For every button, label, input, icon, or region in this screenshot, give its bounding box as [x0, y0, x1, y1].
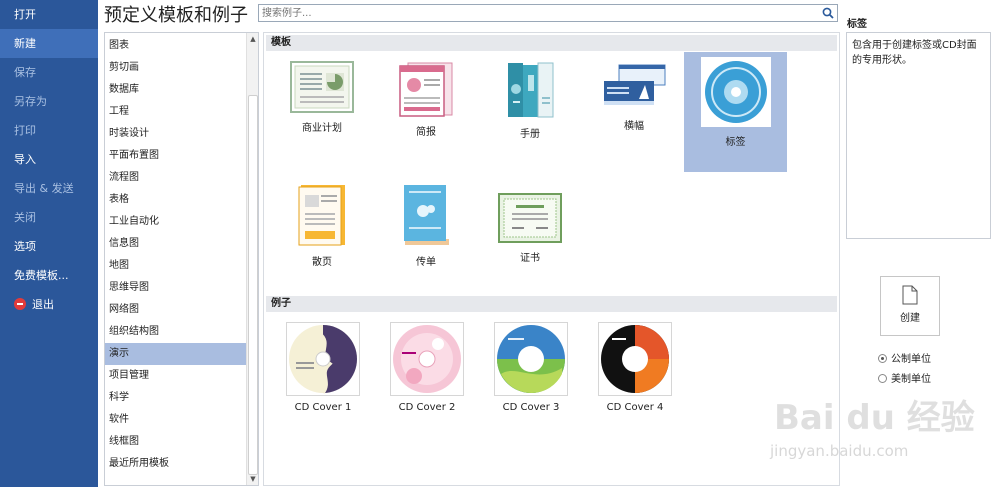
nav-item[interactable]: 打印	[0, 116, 98, 145]
cd-cover-3-thumbnail	[497, 325, 565, 393]
template-tile-brochure[interactable]: 手册	[480, 53, 580, 171]
watermark-text: Bai du 经验	[774, 398, 975, 438]
nav-item[interactable]: 选项	[0, 232, 98, 261]
templates-section-header: 模板	[266, 35, 837, 51]
details-title: 标签	[847, 19, 867, 30]
example-label: CD Cover 1	[294, 402, 352, 413]
cd-cover-2-thumbnail	[393, 325, 461, 393]
search-input[interactable]	[259, 5, 809, 22]
nav-item-exit-label: 退出	[32, 298, 54, 311]
category-item[interactable]: 线框图	[105, 431, 247, 453]
cd-cover-1-thumbnail	[289, 325, 357, 394]
examples-section-header: 例子	[266, 296, 837, 312]
nav-item[interactable]: 新建	[0, 29, 98, 58]
leaflet-icon	[404, 185, 449, 245]
category-item[interactable]: 科学	[105, 387, 247, 409]
template-label: 散页	[312, 257, 332, 268]
details-description: 包含用于创建标签或CD封面的专用形状。	[846, 32, 991, 239]
category-item[interactable]: 工程	[105, 101, 247, 123]
category-item[interactable]: 数据库	[105, 79, 247, 101]
category-item[interactable]: 流程图	[105, 167, 247, 189]
category-list: 图表 剪切画 数据库 工程 时装设计 平面布置图 流程图 表格 工业自动化 信息图 地图 思维导图 网络…	[104, 32, 259, 486]
search-box[interactable]	[258, 4, 838, 22]
example-label: CD Cover 4	[606, 402, 664, 413]
template-tile-newsletter[interactable]: 简报	[376, 53, 476, 171]
scroll-up-icon[interactable]: ▲	[247, 33, 258, 45]
nav-item[interactable]: 免费模板...	[0, 261, 98, 290]
baidu-watermark: Bai du 经验 jingyan.baidu.com	[766, 380, 996, 480]
category-item[interactable]: 工业自动化	[105, 211, 247, 233]
template-tile-banner[interactable]: 横幅	[584, 53, 684, 171]
cd-label-icon	[700, 57, 771, 127]
search-icon[interactable]	[822, 7, 834, 19]
category-item[interactable]: 思维导图	[105, 277, 247, 299]
radio-metric[interactable]	[878, 354, 887, 363]
scroll-thumb[interactable]	[248, 95, 258, 475]
template-tile-cd-label[interactable]: 标签	[684, 52, 787, 172]
example-tile-cd-cover-4[interactable]: CD Cover 4	[585, 322, 685, 413]
nav-item[interactable]: 保存	[0, 58, 98, 87]
nav-item[interactable]: 打开	[0, 0, 98, 29]
category-item[interactable]: 表格	[105, 189, 247, 211]
category-item[interactable]: 图表	[105, 35, 247, 57]
template-tile-certificate[interactable]: 证书	[480, 181, 580, 281]
example-label: CD Cover 3	[502, 402, 560, 413]
example-tile-cd-cover-1[interactable]: CD Cover 1	[273, 322, 373, 413]
create-button-label: 创建	[900, 313, 920, 324]
category-item[interactable]: 演示	[105, 343, 247, 365]
brochure-icon	[508, 62, 554, 118]
gallery-panel: 模板 商业计划 简报 手册 横幅 标签 散页 传单 证书 例子 CD Cover…	[263, 32, 840, 486]
scroll-down-icon[interactable]: ▼	[247, 473, 258, 485]
category-item[interactable]: 信息图	[105, 233, 247, 255]
page-title: 预定义模板和例子	[104, 5, 248, 26]
template-label: 证书	[520, 253, 540, 264]
category-item[interactable]: 网络图	[105, 299, 247, 321]
template-label: 商业计划	[302, 123, 342, 134]
template-label: 传单	[416, 257, 436, 268]
example-tile-cd-cover-3[interactable]: CD Cover 3	[481, 322, 581, 413]
newsletter-icon	[399, 62, 453, 117]
nav-item[interactable]: 导出 & 发送	[0, 174, 98, 203]
create-button[interactable]: 创建	[880, 276, 940, 336]
example-label: CD Cover 2	[398, 402, 456, 413]
banner-icon	[604, 64, 666, 105]
category-item[interactable]: 地图	[105, 255, 247, 277]
nav-item-exit[interactable]: 退出	[0, 290, 98, 319]
example-tile-cd-cover-2[interactable]: CD Cover 2	[377, 322, 477, 413]
template-label: 简报	[416, 127, 436, 138]
nav-item[interactable]: 另存为	[0, 87, 98, 116]
template-label: 手册	[520, 129, 540, 140]
template-label: 横幅	[624, 121, 644, 132]
category-item[interactable]: 最近所用模板	[105, 453, 247, 475]
category-item[interactable]: 平面布置图	[105, 145, 247, 167]
certificate-icon	[498, 193, 562, 243]
cd-cover-4-thumbnail	[601, 325, 669, 393]
template-tile-flyer[interactable]: 散页	[272, 181, 372, 281]
category-item[interactable]: 剪切画	[105, 57, 247, 79]
new-document-icon	[902, 285, 918, 305]
flyer-icon	[298, 185, 345, 246]
category-item[interactable]: 组织结构图	[105, 321, 247, 343]
category-item[interactable]: 项目管理	[105, 365, 247, 387]
category-item[interactable]: 软件	[105, 409, 247, 431]
nav-item[interactable]: 导入	[0, 145, 98, 174]
business-plan-icon	[290, 61, 354, 113]
metric-units-label: 公制单位	[891, 354, 931, 365]
category-item[interactable]: 时装设计	[105, 123, 247, 145]
template-tile-leaflet[interactable]: 传单	[376, 181, 476, 281]
category-scrollbar[interactable]: ▲ ▼	[246, 33, 258, 485]
metric-units-option[interactable]: 公制单位	[878, 350, 931, 365]
exit-icon	[14, 298, 26, 310]
backstage-nav: 打开 新建 保存 另存为 打印 导入 导出 & 发送 关闭 选项 免费模板... 退出	[0, 0, 98, 487]
template-label: 标签	[725, 137, 746, 148]
template-tile-business-plan[interactable]: 商业计划	[272, 53, 372, 171]
nav-item[interactable]: 关闭	[0, 203, 98, 232]
watermark-url: jingyan.baidu.com	[770, 442, 909, 460]
